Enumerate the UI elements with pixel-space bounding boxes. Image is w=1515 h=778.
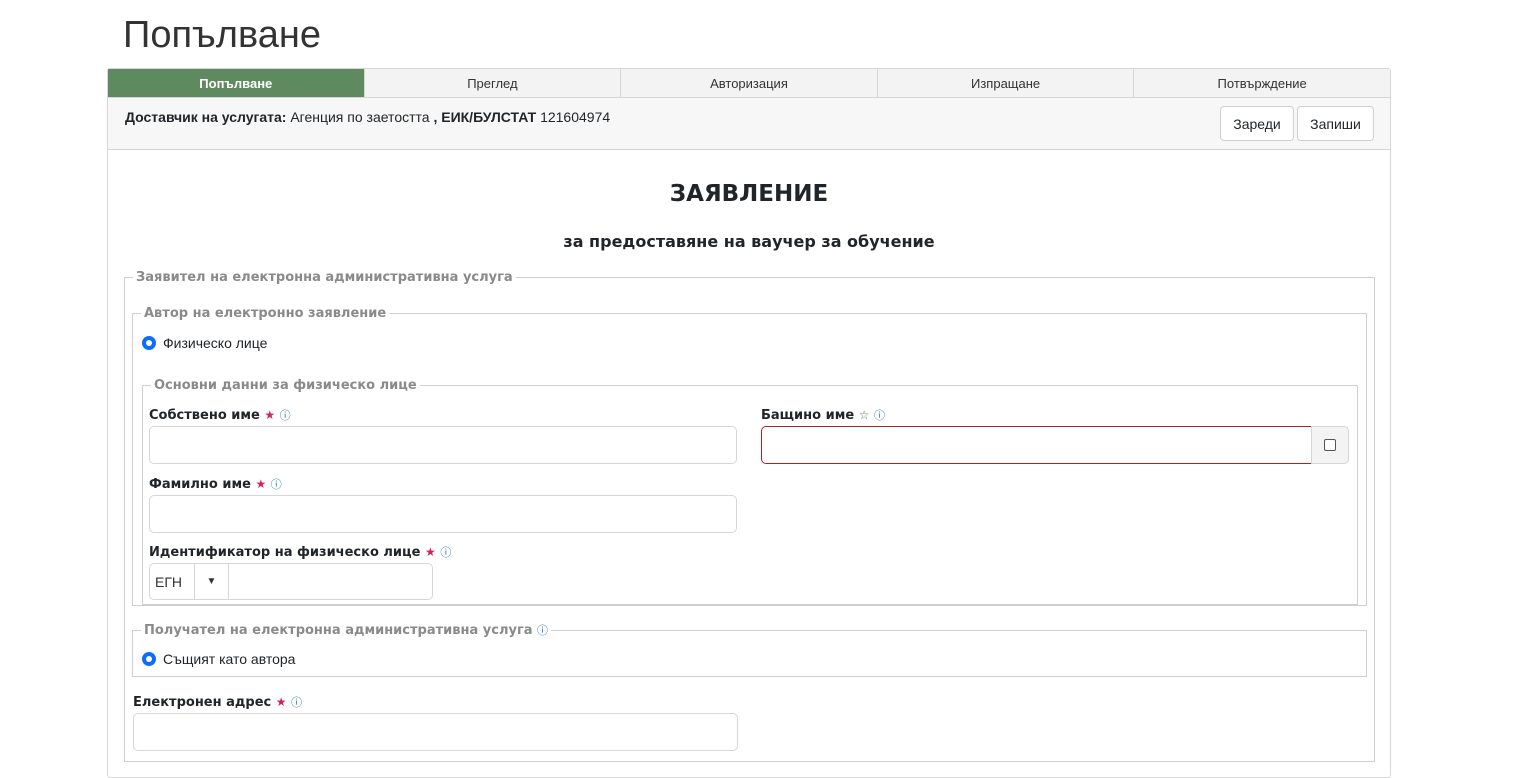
checkbox-icon[interactable] — [1324, 439, 1336, 451]
required-star-icon: ★ — [264, 408, 276, 422]
last-name-input[interactable] — [149, 495, 737, 533]
radio-selected-icon[interactable] — [142, 652, 156, 666]
info-icon[interactable]: ⓘ — [874, 409, 885, 422]
document-title: ЗАЯВЛЕНИЕ — [669, 181, 829, 207]
middle-name-label: Бащино име ☆ ⓘ — [761, 408, 885, 423]
last-name-label: Фамилно име ★ ⓘ — [149, 477, 282, 492]
document-subtitle: за предоставяне на ваучер за обучение — [563, 232, 935, 251]
provider-id-value: 121604974 — [540, 109, 611, 125]
chevron-down-icon[interactable]: ▼ — [194, 564, 228, 599]
author-option-person[interactable]: Физическо лице — [142, 335, 267, 351]
author-legend: Автор на електронно заявление — [144, 306, 387, 321]
applicant-fieldset: Заявител на електронна административна у… — [124, 270, 1375, 762]
info-icon[interactable]: ⓘ — [440, 546, 451, 559]
required-star-icon: ★ — [255, 477, 267, 491]
provider-label: Доставчик на услугата: — [125, 109, 287, 125]
applicant-legend: Заявител на електронна административна у… — [136, 270, 513, 285]
step-send[interactable]: Изпращане — [878, 69, 1135, 97]
recipient-fieldset: Получател на електронна административна … — [132, 622, 1367, 677]
page-title: Попълване — [123, 14, 321, 56]
save-button[interactable]: Запиши — [1297, 106, 1374, 141]
identifier-input[interactable] — [228, 563, 433, 600]
middle-name-input[interactable] — [761, 426, 1312, 464]
step-confirmation[interactable]: Потвърждение — [1134, 69, 1390, 97]
author-fieldset: Автор на електронно заявление Физическо … — [132, 306, 1367, 606]
wizard-steps: Попълване Преглед Авторизация Изпращане … — [108, 69, 1390, 98]
author-option-label: Физическо лице — [163, 335, 268, 351]
required-star-icon: ★ — [275, 695, 287, 709]
first-name-input[interactable] — [149, 426, 737, 464]
basic-data-fieldset: Основни данни за физическо лице Собствен… — [142, 378, 1358, 605]
info-icon[interactable]: ⓘ — [271, 478, 282, 491]
recipient-legend: Получател на електронна административна … — [144, 623, 549, 638]
radio-selected-icon[interactable] — [142, 336, 156, 350]
identifier-type-select[interactable]: ЕГН ▼ — [149, 563, 229, 600]
recipient-option-same[interactable]: Същият като автора — [142, 651, 295, 667]
required-star-icon: ★ — [425, 545, 436, 559]
provider-id-label: ЕИК/БУЛСТАТ — [441, 109, 537, 125]
step-review[interactable]: Преглед — [365, 69, 622, 97]
info-icon[interactable]: ⓘ — [291, 696, 302, 709]
identifier-type-value: ЕГН — [155, 573, 183, 590]
middle-name-checkbox-addon[interactable] — [1311, 426, 1349, 464]
info-icon[interactable]: ⓘ — [280, 409, 291, 422]
wizard-panel: Попълване Преглед Авторизация Изпращане … — [107, 68, 1391, 778]
first-name-label: Собствено име ★ ⓘ — [149, 408, 291, 423]
provider-info: Доставчик на услугата: Агенция по заетос… — [125, 109, 610, 125]
load-button[interactable]: Зареди — [1220, 106, 1294, 141]
provider-bar: Доставчик на услугата: Агенция по заетос… — [108, 98, 1390, 150]
optional-star-icon: ☆ — [858, 408, 870, 422]
identifier-label: Идентификатор на физическо лице ★ ⓘ — [149, 545, 452, 560]
step-fill[interactable]: Попълване — [108, 69, 365, 97]
recipient-option-label: Същият като автора — [163, 651, 296, 667]
basic-data-legend: Основни данни за физическо лице — [154, 378, 417, 393]
email-input[interactable] — [133, 713, 738, 751]
step-authorization[interactable]: Авторизация — [621, 69, 878, 97]
provider-name: Агенция по заетостта — [290, 109, 430, 125]
email-label: Електронен адрес ★ ⓘ — [133, 695, 303, 710]
provider-sep: , — [433, 109, 438, 125]
info-icon[interactable]: ⓘ — [537, 624, 548, 637]
